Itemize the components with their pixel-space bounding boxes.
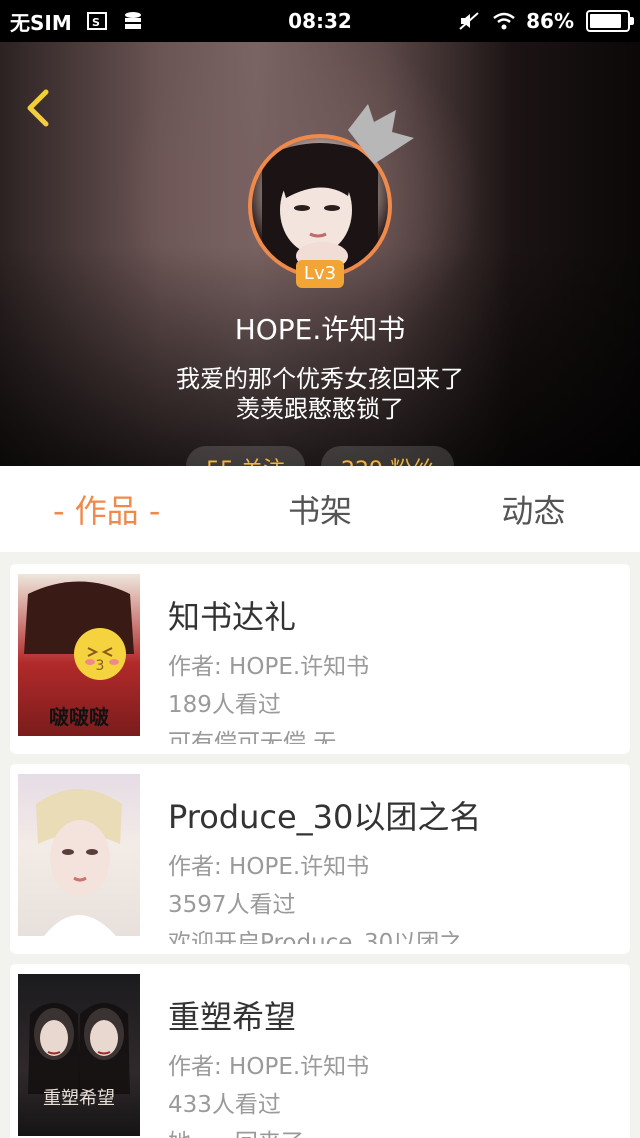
book-description: 她......回来了 bbox=[168, 1124, 369, 1138]
book-views: 433人看过 bbox=[168, 1092, 281, 1118]
book-cover bbox=[18, 774, 140, 936]
book-description: 欢迎开启Produce_30以团之... bbox=[168, 930, 485, 944]
svg-text:S: S bbox=[92, 16, 100, 29]
book-info: Produce_30以团之名 作者: HOPE.许知书 3597人看过 欢迎开启… bbox=[168, 774, 484, 944]
storage-icon bbox=[122, 11, 144, 31]
clock: 08:32 bbox=[288, 9, 352, 33]
book-views: 3597人看过 bbox=[168, 892, 296, 918]
level-badge: Lv3 bbox=[296, 260, 344, 288]
book-cover: 重塑希望 bbox=[18, 974, 140, 1136]
svg-text:3: 3 bbox=[96, 658, 105, 674]
list-item[interactable]: Produce_30以团之名 作者: HOPE.许知书 3597人看过 欢迎开启… bbox=[10, 764, 630, 954]
tab-activity[interactable]: 动态 bbox=[427, 486, 640, 532]
list-item[interactable]: 3 啵啵啵 知书达礼 作者: HOPE.许知书 189人看过 可有偿可无偿 无.… bbox=[10, 564, 630, 754]
tab-bookshelf[interactable]: 书架 bbox=[213, 486, 426, 532]
book-info: 知书达礼 作者: HOPE.许知书 189人看过 可有偿可无偿 无... bbox=[168, 574, 369, 744]
book-author: 作者: HOPE.许知书 bbox=[168, 654, 370, 680]
bio-line-1: 我爱的那个优秀女孩回来了 bbox=[176, 365, 464, 393]
status-bar: 无SIM S 08:32 86% bbox=[0, 0, 640, 42]
carrier-label: 无SIM bbox=[10, 10, 72, 35]
username: HOPE.许知书 bbox=[234, 313, 406, 346]
back-icon bbox=[27, 89, 49, 127]
crown-icon bbox=[348, 104, 414, 164]
avatar-container: Lv3 bbox=[248, 104, 414, 288]
stats-row: 55 关注 229 粉丝 bbox=[0, 446, 640, 466]
back-button[interactable] bbox=[20, 86, 60, 130]
followers-count[interactable]: 229 粉丝 bbox=[321, 446, 454, 466]
mute-icon bbox=[458, 11, 480, 31]
profile-tabs: - 作品 - 书架 动态 bbox=[0, 466, 640, 552]
book-title: Produce_30以团之名 bbox=[168, 798, 482, 836]
book-description: 可有偿可无偿 无... bbox=[168, 730, 359, 744]
cover-caption: 啵啵啵 bbox=[49, 705, 109, 729]
works-list: 3 啵啵啵 知书达礼 作者: HOPE.许知书 189人看过 可有偿可无偿 无.… bbox=[10, 564, 630, 1138]
cover-caption: 重塑希望 bbox=[43, 1088, 115, 1109]
book-views: 189人看过 bbox=[168, 692, 281, 718]
book-author: 作者: HOPE.许知书 bbox=[168, 1054, 370, 1080]
bio-line-2: 羡羡跟憨憨锁了 bbox=[236, 395, 404, 423]
following-count[interactable]: 55 关注 bbox=[186, 446, 305, 466]
book-author: 作者: HOPE.许知书 bbox=[168, 854, 370, 880]
wifi-icon bbox=[492, 11, 515, 31]
tab-works[interactable]: - 作品 - bbox=[0, 486, 213, 532]
book-title: 知书达礼 bbox=[168, 598, 297, 636]
book-title: 重塑希望 bbox=[168, 998, 297, 1036]
sim-icon: S bbox=[86, 11, 108, 31]
book-info: 重塑希望 作者: HOPE.许知书 433人看过 她......回来了 bbox=[168, 974, 369, 1138]
book-cover: 3 啵啵啵 bbox=[18, 574, 140, 736]
bio: 我爱的那个优秀女孩回来了 羡羡跟憨憨锁了 bbox=[0, 364, 640, 424]
battery-icon bbox=[586, 10, 634, 32]
battery-percent: 86% bbox=[526, 9, 574, 33]
profile-header: Lv3 HOPE.许知书 我爱的那个优秀女孩回来了 羡羡跟憨憨锁了 55 关注 … bbox=[0, 42, 640, 466]
list-item[interactable]: 重塑希望 重塑希望 作者: HOPE.许知书 433人看过 她......回来了 bbox=[10, 964, 630, 1138]
